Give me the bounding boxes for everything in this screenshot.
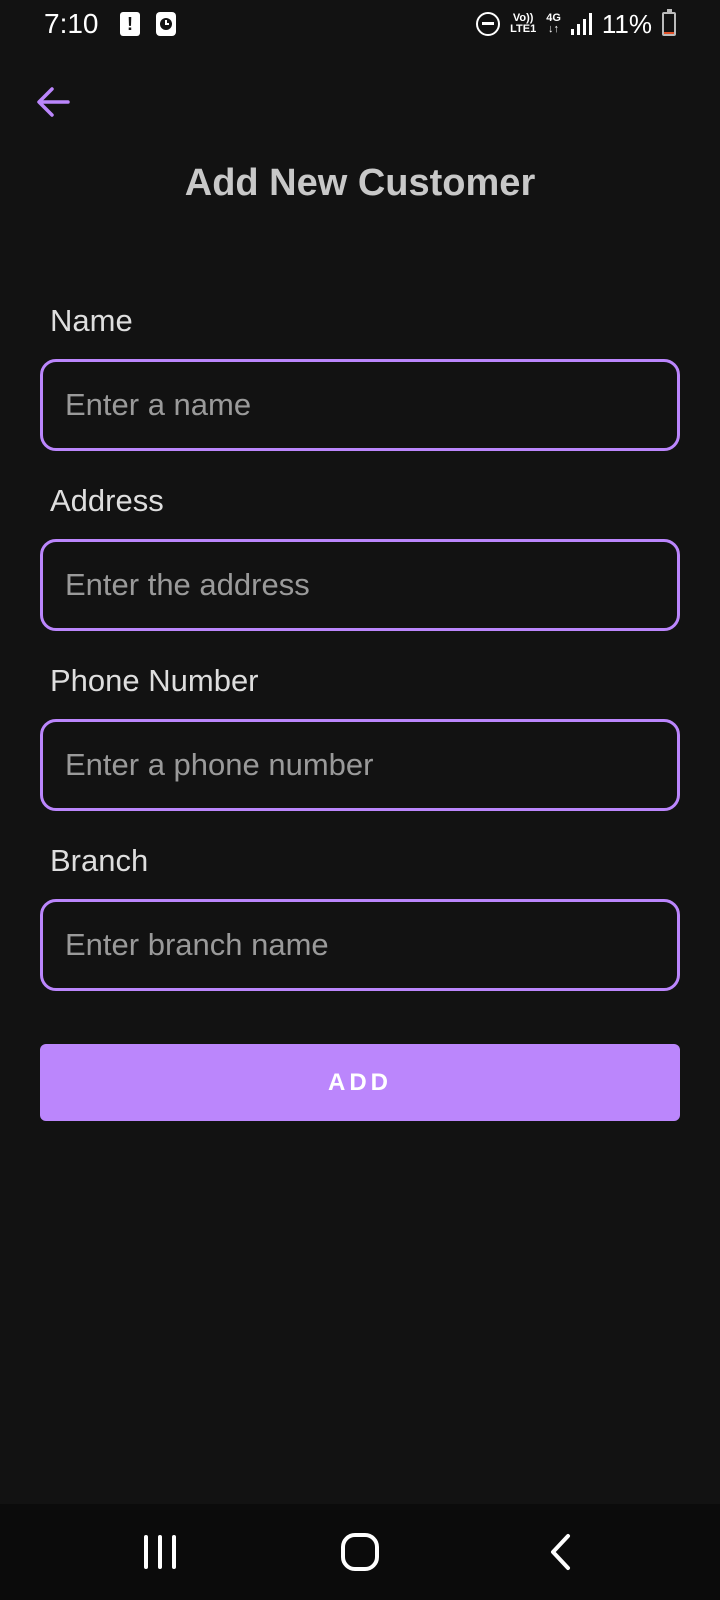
arrow-left-icon [37, 87, 70, 117]
lte-text: LTE1 [510, 23, 537, 35]
battery-percent: 11% [601, 8, 652, 39]
phone-number-label: Phone Number [50, 663, 259, 698]
clock-notification-icon [156, 12, 176, 36]
network-type-indicator: 4G ↓↑ [546, 13, 561, 35]
volte-indicator: Vo)) LTE1 [510, 13, 536, 35]
home-button[interactable] [330, 1524, 390, 1580]
battery-icon [662, 9, 676, 36]
branch-label: Branch [50, 843, 149, 878]
back-nav-button[interactable] [530, 1524, 590, 1580]
add-customer-screen: 7:10 ! Vo)) LTE1 4G ↓↑ 11% Add New Custo… [0, 0, 720, 1600]
status-bar: 7:10 ! Vo)) LTE1 4G ↓↑ 11% [0, 0, 720, 50]
branch-input[interactable] [40, 899, 680, 991]
name-label: Name [50, 303, 133, 338]
status-right-group: Vo)) LTE1 4G ↓↑ 11% [476, 6, 676, 42]
system-nav-bar [0, 1504, 720, 1600]
recent-apps-icon [144, 1535, 176, 1569]
address-label: Address [50, 483, 164, 518]
back-button[interactable] [34, 82, 74, 122]
do-not-disturb-icon [476, 12, 501, 36]
page-title: Add New Customer [184, 162, 536, 204]
recent-apps-button[interactable] [130, 1524, 190, 1580]
data-arrows-icon: ↓↑ [548, 23, 560, 35]
phone-number-input[interactable] [40, 719, 680, 811]
name-input[interactable] [40, 359, 680, 451]
address-input[interactable] [40, 539, 680, 631]
home-icon [341, 1533, 379, 1571]
signal-icon [570, 13, 592, 35]
battery-level [664, 32, 674, 34]
add-button[interactable]: ADD [40, 1044, 680, 1121]
status-time: 7:10 [44, 8, 99, 39]
battery-alert-icon: ! [120, 12, 140, 36]
back-icon [551, 1534, 570, 1570]
